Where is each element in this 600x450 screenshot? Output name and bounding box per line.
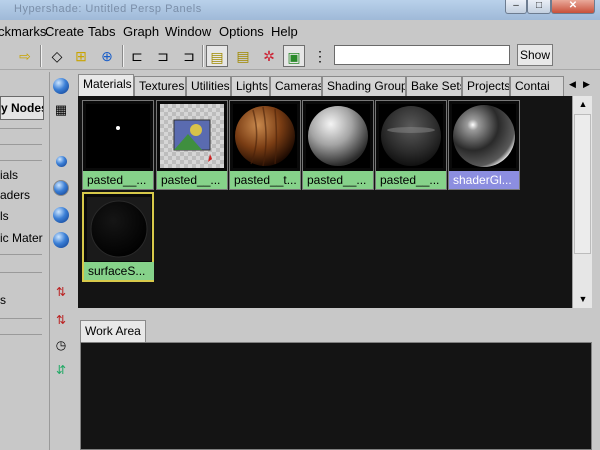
- toolbar-separator: [202, 45, 204, 67]
- top-tabs-icon[interactable]: ▤: [206, 45, 228, 67]
- toggle-view-icon[interactable]: ⋮: [309, 45, 331, 67]
- tab-work-area[interactable]: Work Area: [80, 320, 146, 342]
- window-title: Hypershade: Untitled Persp Panels: [14, 3, 202, 15]
- menu-help[interactable]: Help: [271, 24, 298, 39]
- show-button[interactable]: Show: [517, 44, 553, 66]
- output-connections-icon[interactable]: ⊐: [178, 45, 200, 67]
- sphere-icon[interactable]: [53, 207, 69, 223]
- toolbar: ⇨ ◇ ⊞ ⊕ ⊏ ⊐ ⊐ ▤ ▤ ✲ ▣ ⋮ Show: [0, 42, 600, 70]
- input-output-icon[interactable]: ⊐: [152, 45, 174, 67]
- tab-cameras[interactable]: Cameras: [270, 76, 322, 96]
- tree-header-button[interactable]: y Nodes: [0, 96, 44, 120]
- title-bar: Hypershade: Untitled Persp Panels – □ ✕: [0, 0, 600, 20]
- tree-item-materials-2[interactable]: ls: [0, 209, 9, 223]
- work-area-canvas[interactable]: [80, 342, 592, 450]
- tree-item-materials[interactable]: ials: [0, 168, 18, 182]
- arrow-right-icon[interactable]: ⇨: [14, 45, 36, 67]
- tree-divider: [0, 160, 42, 161]
- material-swatch[interactable]: surfaceS...: [82, 192, 154, 282]
- materials-area[interactable]: pasted__... pasted__... pasted__t... pas…: [78, 96, 572, 308]
- material-name: pasted__...: [157, 171, 227, 189]
- rearrange-graph-icon[interactable]: ▣: [283, 45, 305, 67]
- tree-divider: [0, 272, 42, 273]
- tree-divider: [0, 128, 42, 129]
- tab-projects[interactable]: Projects: [462, 76, 510, 96]
- grid-view-icon[interactable]: ▦: [53, 102, 69, 118]
- sort-az-icon[interactable]: ⇅: [53, 284, 69, 300]
- tab-textures[interactable]: Textures: [134, 76, 186, 96]
- material-swatch[interactable]: pasted__t...: [229, 100, 301, 190]
- input-connections-icon[interactable]: ⊏: [126, 45, 148, 67]
- graph-nodes-icon[interactable]: ⊞: [70, 45, 92, 67]
- tree-divider: [0, 254, 42, 255]
- tab-lights[interactable]: Lights: [231, 76, 270, 96]
- sort-time-icon[interactable]: ◷: [53, 337, 69, 353]
- hypershade-tabs: Materials Textures Utilities Lights Came…: [78, 74, 596, 96]
- menu-bar: ckmarks Create Tabs Graph Window Options…: [0, 20, 600, 42]
- tab-scroll-left-icon[interactable]: ◀: [566, 76, 579, 92]
- small-sphere-icon[interactable]: [56, 156, 67, 167]
- material-swatch[interactable]: pasted__...: [302, 100, 374, 190]
- material-name: shaderGl...: [449, 171, 519, 189]
- toolbar-separator: [40, 45, 42, 67]
- sphere-icon[interactable]: [53, 232, 69, 248]
- scroll-thumb[interactable]: [574, 114, 591, 254]
- materials-scrollbar[interactable]: ▲ ▼: [572, 96, 592, 308]
- material-name: pasted__...: [303, 171, 373, 189]
- sort-type-icon[interactable]: ⇅: [53, 312, 69, 328]
- tree-item-shaders[interactable]: aders: [0, 188, 30, 202]
- material-name: surfaceS...: [84, 262, 154, 280]
- tab-bake-sets[interactable]: Bake Sets: [406, 76, 462, 96]
- node-tree-panel: y Nodes ials aders ls ic Mater s: [0, 72, 50, 450]
- material-thumbnail: [233, 104, 297, 168]
- tree-item-other[interactable]: s: [0, 293, 6, 307]
- search-input[interactable]: [334, 45, 510, 65]
- material-thumbnail: [86, 104, 150, 168]
- sphere-icon[interactable]: [53, 78, 69, 94]
- material-name: pasted__t...: [230, 171, 300, 189]
- bottom-tabs-icon[interactable]: ▤: [232, 45, 254, 67]
- material-name: pasted__...: [376, 171, 446, 189]
- material-thumbnail: [160, 104, 224, 168]
- minimize-button[interactable]: –: [505, 0, 527, 14]
- close-button[interactable]: ✕: [551, 0, 595, 14]
- graph-network-icon[interactable]: ⊕: [96, 45, 118, 67]
- material-thumbnail: [306, 104, 370, 168]
- scroll-up-icon[interactable]: ▲: [575, 97, 591, 111]
- menu-options[interactable]: Options: [219, 24, 264, 39]
- tree-divider: [0, 318, 42, 319]
- tab-utilities[interactable]: Utilities: [186, 76, 231, 96]
- material-swatch[interactable]: shaderGl...: [448, 100, 520, 190]
- material-swatch[interactable]: pasted__...: [82, 100, 154, 190]
- material-thumbnail: [379, 104, 443, 168]
- tree-divider: [0, 334, 42, 335]
- material-name: pasted__...: [83, 171, 153, 189]
- menu-tabs[interactable]: Tabs: [88, 24, 115, 39]
- menu-graph[interactable]: Graph: [123, 24, 159, 39]
- tree-divider: [0, 144, 42, 145]
- scroll-down-icon[interactable]: ▼: [575, 292, 591, 306]
- maximize-button[interactable]: □: [527, 0, 551, 14]
- sort-reverse-icon[interactable]: ⇵: [53, 362, 69, 378]
- tab-containers[interactable]: Contai: [510, 76, 564, 96]
- menu-create[interactable]: Create: [45, 24, 84, 39]
- tab-materials[interactable]: Materials: [78, 74, 134, 96]
- toolbar-separator: [122, 45, 124, 67]
- tab-shading-groups[interactable]: Shading Groups: [322, 76, 406, 96]
- tab-scroll-right-icon[interactable]: ▶: [580, 76, 593, 92]
- menu-bookmarks[interactable]: ckmarks: [0, 24, 46, 39]
- sphere-icon[interactable]: [53, 180, 69, 196]
- menu-window[interactable]: Window: [165, 24, 211, 39]
- tree-item-dynamic-materials[interactable]: ic Mater: [0, 231, 43, 245]
- material-swatch[interactable]: pasted__...: [375, 100, 447, 190]
- eraser-icon[interactable]: ◇: [46, 45, 68, 67]
- material-swatch[interactable]: pasted__...: [156, 100, 228, 190]
- material-thumbnail: [87, 197, 151, 261]
- clear-graph-icon[interactable]: ✲: [258, 45, 280, 67]
- material-thumbnail: [452, 104, 516, 168]
- icon-strip: ▦ ⇅ ⇅ ◷ ⇵: [50, 72, 72, 450]
